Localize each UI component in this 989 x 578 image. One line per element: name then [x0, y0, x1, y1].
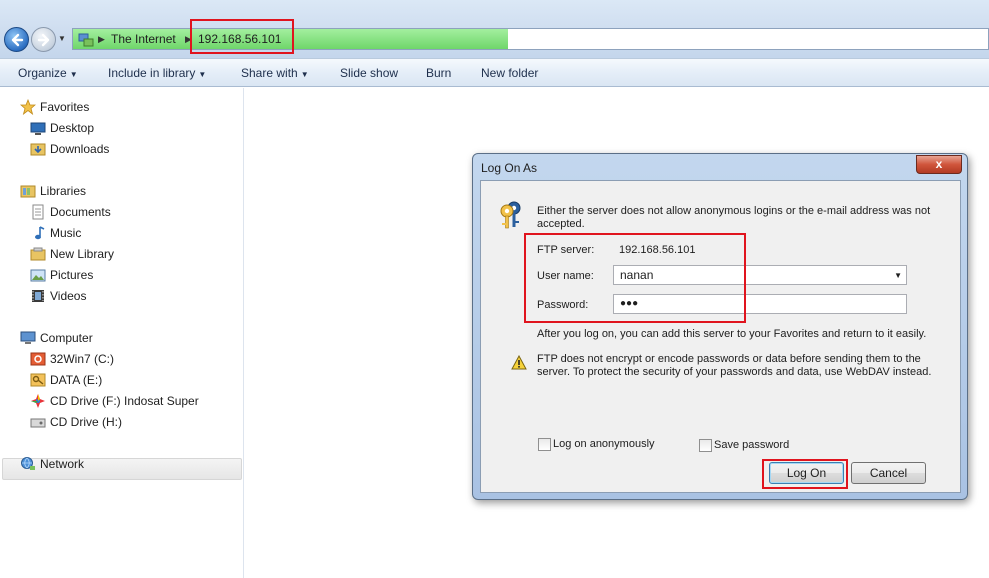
chevron-down-icon: ▼ — [198, 70, 207, 79]
log-on-anonymously-checkbox[interactable] — [538, 438, 551, 451]
include-in-library-button[interactable]: Include in library ▼ — [108, 66, 206, 80]
music-note-icon — [35, 226, 45, 240]
star-icon — [20, 99, 36, 115]
key-drive-icon — [30, 373, 46, 387]
address-area: ▼ ▶ The Internet ▶ 192.168.56.101 — [0, 0, 989, 58]
back-button[interactable] — [4, 27, 29, 52]
forward-button[interactable] — [31, 27, 56, 52]
network-location-icon — [78, 33, 94, 47]
warning-icon — [511, 355, 527, 370]
documents-icon — [32, 204, 44, 220]
chevron-down-icon: ▼ — [300, 70, 309, 79]
breadcrumb-the-internet[interactable]: The Internet — [111, 32, 176, 46]
log-on-as-dialog: Log On As x Either the server does not a… — [472, 153, 968, 500]
downloads-folder-icon — [30, 143, 46, 156]
cancel-button[interactable]: Cancel — [851, 462, 926, 484]
computer-icon — [20, 331, 36, 344]
warning-text: FTP does not encrypt or encode passwords… — [537, 353, 932, 378]
libraries-icon — [20, 185, 36, 198]
pictures-icon — [30, 269, 46, 282]
save-password-checkbox[interactable] — [699, 439, 712, 452]
log-on-anonymously-label[interactable]: Log on anonymously — [553, 438, 655, 451]
desktop-icon — [30, 122, 46, 135]
cd-drive-autorun-icon — [31, 394, 45, 408]
library-icon — [30, 247, 46, 261]
highlight-address — [190, 19, 294, 54]
dialog-title: Log On As — [481, 161, 538, 175]
intro-text: Either the server does not allow anonymo… — [537, 205, 931, 230]
burn-button[interactable]: Burn — [426, 66, 451, 80]
recent-pages-dropdown[interactable]: ▼ — [58, 34, 66, 43]
new-folder-button[interactable]: New folder — [481, 66, 538, 80]
command-bar: Organize ▼ Include in library ▼ Share with… — [0, 58, 989, 87]
arrow-right-icon — [37, 33, 50, 47]
chevron-down-icon[interactable]: ▼ — [894, 271, 902, 280]
close-button[interactable]: x — [916, 155, 962, 174]
arrow-left-icon — [11, 33, 24, 47]
close-icon: x — [935, 157, 943, 171]
network-icon — [21, 457, 35, 470]
breadcrumb-separator-icon: ▶ — [98, 34, 105, 44]
highlight-log-on-button — [762, 459, 848, 489]
film-strip-icon — [32, 290, 44, 302]
share-with-button[interactable]: Share with ▼ — [241, 66, 309, 80]
system-drive-icon — [30, 352, 46, 366]
after-logon-text: After you log on, you can add this serve… — [537, 328, 927, 340]
organize-button[interactable]: Organize ▼ — [18, 66, 78, 80]
dialog-body: Either the server does not allow anonymo… — [480, 180, 961, 493]
selected-item-highlight — [2, 458, 242, 480]
keys-icon — [500, 201, 521, 229]
save-password-label[interactable]: Save password — [714, 439, 789, 452]
chevron-down-icon: ▼ — [69, 70, 78, 79]
cd-drive-icon — [30, 418, 46, 428]
highlight-credentials — [524, 233, 746, 323]
navigation-pane: Favorites Desktop Downloads Libraries Do… — [0, 88, 244, 578]
slide-show-button[interactable]: Slide show — [340, 66, 398, 80]
